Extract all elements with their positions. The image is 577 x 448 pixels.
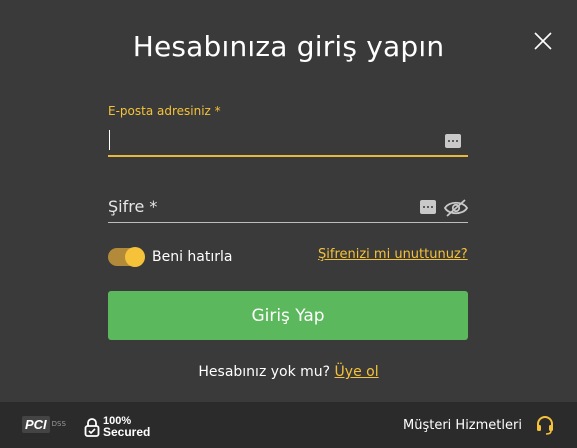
- secured-badge: 100% Secured: [84, 416, 150, 438]
- headset-icon[interactable]: [535, 415, 555, 435]
- password-placeholder: Şifre *: [108, 197, 158, 216]
- lock-icon: [84, 418, 100, 437]
- remember-me: Beni hatırla: [108, 245, 233, 269]
- signup-link[interactable]: Üye ol: [335, 364, 379, 380]
- signup-text: Hesabınız yok mu?: [198, 364, 331, 380]
- secured-text: 100% Secured: [103, 416, 151, 439]
- pci-dss-text: DSS: [51, 420, 66, 428]
- login-button[interactable]: Giriş Yap: [108, 291, 468, 340]
- eye-off-icon[interactable]: [443, 198, 469, 218]
- signup-prompt: Hesabınız yok mu? Üye ol: [0, 364, 577, 380]
- password-field-group: Şifre *: [108, 192, 469, 224]
- email-label: E-posta adresiniz *: [108, 104, 221, 118]
- close-icon: [534, 32, 552, 50]
- email-field-group: E-posta adresiniz *: [108, 104, 468, 157]
- remember-me-label: Beni hatırla: [152, 249, 233, 265]
- toggle-knob: [125, 247, 145, 267]
- login-modal: Hesabınıza giriş yapın E-posta adresiniz…: [0, 0, 577, 402]
- password-input[interactable]: Şifre *: [108, 192, 469, 223]
- text-caret: [109, 130, 110, 150]
- forgot-password-link[interactable]: Şifrenizi mi unuttunuz?: [318, 247, 468, 262]
- modal-title: Hesabınıza giriş yapın: [132, 30, 445, 63]
- pci-dss-badge: PCI DSS: [22, 416, 66, 433]
- customer-service-link[interactable]: Müşteri Hizmetleri: [403, 418, 522, 433]
- password-manager-icon[interactable]: [420, 200, 436, 214]
- remember-me-toggle[interactable]: [108, 247, 145, 267]
- email-input[interactable]: [108, 126, 468, 157]
- secured-line2: Secured: [103, 425, 151, 439]
- password-manager-icon[interactable]: [445, 134, 461, 148]
- pci-logo: PCI: [22, 416, 50, 433]
- close-button[interactable]: [532, 30, 554, 52]
